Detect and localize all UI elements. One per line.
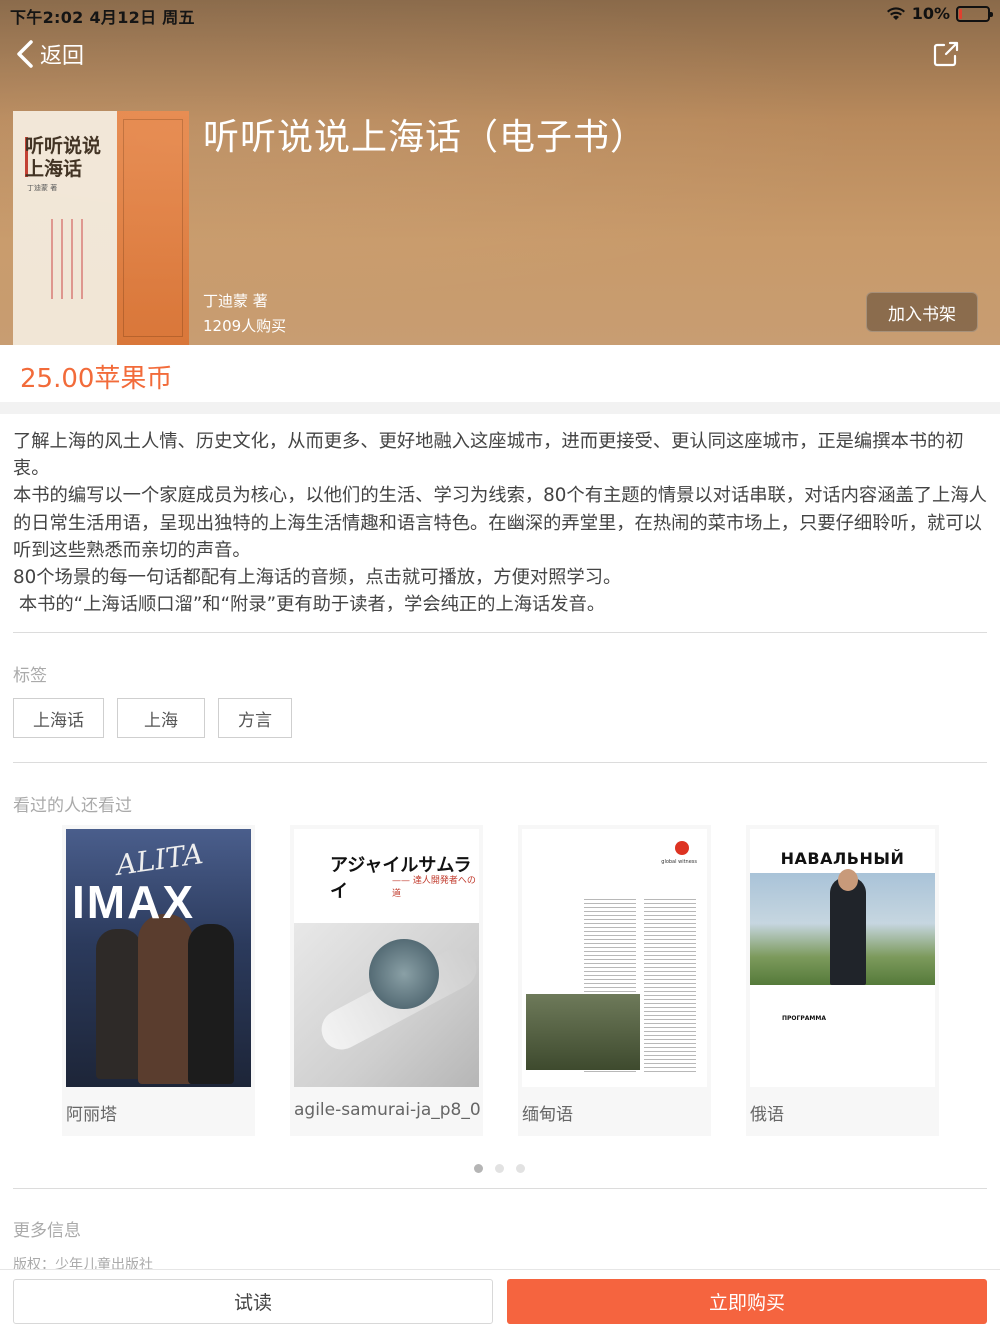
- tag-item[interactable]: 上海: [117, 698, 205, 738]
- related-book-card[interactable]: ALITA IMAX 阿丽塔: [62, 825, 255, 1136]
- book-cover[interactable]: 听听说说 上海话 丁迪蒙 著: [13, 111, 189, 345]
- divider: [13, 632, 987, 633]
- book-header: 下午2:02 4月12日 周五 10% 返回 听听说说 上海话 丁迪蒙 著 听听…: [0, 0, 1000, 345]
- poster-brand: global witness: [661, 859, 697, 865]
- carousel-pagination: [474, 1164, 525, 1173]
- related-book-title: 阿丽塔: [66, 1105, 117, 1125]
- cover-title-line2: 上海话: [25, 158, 83, 180]
- status-bar: 下午2:02 4月12日 周五 10%: [0, 0, 1000, 28]
- book-cover-image: ALITA IMAX: [66, 829, 251, 1087]
- battery-level: [959, 8, 962, 19]
- description-paragraph: 本书的“上海话顺口溜”和“附录”更有助于读者，学会纯正的上海话发音。: [13, 594, 606, 616]
- poster-figure: [830, 877, 866, 985]
- back-button[interactable]: 返回: [14, 38, 84, 70]
- related-book-title: agile-samurai-ja_p8_0: [294, 1100, 481, 1120]
- cover-title-line1: 听听说说: [25, 135, 102, 157]
- page-dot[interactable]: [474, 1164, 483, 1173]
- wifi-icon: [886, 6, 905, 20]
- cover-illustration: [117, 111, 189, 345]
- poster-subtitle: ПРОГРАММА: [782, 1015, 826, 1022]
- poster-sword-guard: [369, 939, 439, 1009]
- description-paragraph: 了解上海的风土人情、历史文化，从而更多、更好地融入这座城市，进而更接受、更认同这…: [13, 431, 964, 480]
- related-book-title: 缅甸语: [522, 1105, 573, 1125]
- poster-subtitle: —— 達人開発者への道: [392, 876, 476, 899]
- add-to-shelf-button[interactable]: 加入书架: [866, 292, 978, 332]
- tag-item[interactable]: 上海话: [13, 698, 104, 738]
- status-right: 10%: [886, 4, 993, 23]
- text-column: [644, 899, 696, 1074]
- divider: [13, 762, 987, 763]
- battery-icon: [956, 5, 993, 22]
- book-cover-image: global witness: [522, 829, 707, 1087]
- buy-now-button[interactable]: 立即购买: [507, 1279, 987, 1324]
- cover-text-lines: [51, 219, 111, 309]
- book-title: 听听说说上海话（电子书）: [203, 117, 648, 158]
- page-dot[interactable]: [516, 1164, 525, 1173]
- chevron-left-icon: [17, 40, 33, 68]
- book-description: 了解上海的风土人情、历史文化，从而更多、更好地融入这座城市，进而更接受、更认同这…: [13, 428, 988, 618]
- book-cover-image: НАВАЛЬНЫЙ ПРОГРАММА: [750, 829, 935, 1087]
- poster-logo: IMAX: [72, 876, 195, 928]
- status-time: 下午2:02 4月12日 周五: [10, 8, 195, 27]
- divider: [13, 1188, 987, 1189]
- tag-item[interactable]: 方言: [218, 698, 292, 738]
- buyer-count: 1209人购买: [203, 317, 287, 335]
- back-label: 返回: [40, 44, 85, 69]
- publisher-logo-icon: [675, 841, 689, 855]
- cover-author: 丁迪蒙 著: [27, 184, 58, 192]
- related-books-carousel[interactable]: ALITA IMAX 阿丽塔 アジャイルサムライ —— 達人開発者への道 agi…: [62, 825, 939, 1136]
- more-info-heading: 更多信息: [13, 1221, 81, 1241]
- cover-title: 听听说说 上海话: [25, 135, 101, 181]
- poster-figure: [96, 929, 142, 1079]
- tags-heading: 标签: [13, 666, 47, 686]
- poster-figure: [188, 924, 234, 1084]
- poster-figure-head: [838, 869, 858, 891]
- poster-figure: [138, 914, 193, 1084]
- page-dot[interactable]: [495, 1164, 504, 1173]
- poster-photo: [526, 994, 640, 1070]
- tag-list: 上海话 上海 方言: [13, 698, 292, 738]
- section-divider: [0, 402, 1000, 414]
- share-icon[interactable]: [932, 40, 960, 68]
- try-read-button[interactable]: 试读: [13, 1279, 493, 1324]
- description-paragraph: 本书的编写以一个家庭成员为核心，以他们的生活、学习为线索，80个有主题的情景以对…: [13, 485, 987, 561]
- book-author: 丁迪蒙 著: [203, 292, 268, 310]
- description-paragraph: 80个场景的每一句话都配有上海话的音频，点击就可播放，方便对照学习。: [13, 567, 622, 589]
- price: 25.00苹果币: [20, 364, 173, 394]
- battery-percent: 10%: [911, 4, 950, 23]
- related-book-card[interactable]: НАВАЛЬНЫЙ ПРОГРАММА 俄语: [746, 825, 939, 1136]
- related-book-title: 俄语: [750, 1105, 784, 1125]
- poster-title: НАВАЛЬНЫЙ: [780, 849, 905, 868]
- related-book-card[interactable]: アジャイルサムライ —— 達人開発者への道 agile-samurai-ja_p…: [290, 825, 483, 1136]
- related-heading: 看过的人还看过: [13, 796, 132, 816]
- book-cover-image: アジャイルサムライ —— 達人開発者への道: [294, 829, 479, 1087]
- related-book-card[interactable]: global witness 缅甸语: [518, 825, 711, 1136]
- cover-accent-bar: [25, 137, 28, 177]
- action-bar: 试读 立即购买: [0, 1269, 1000, 1334]
